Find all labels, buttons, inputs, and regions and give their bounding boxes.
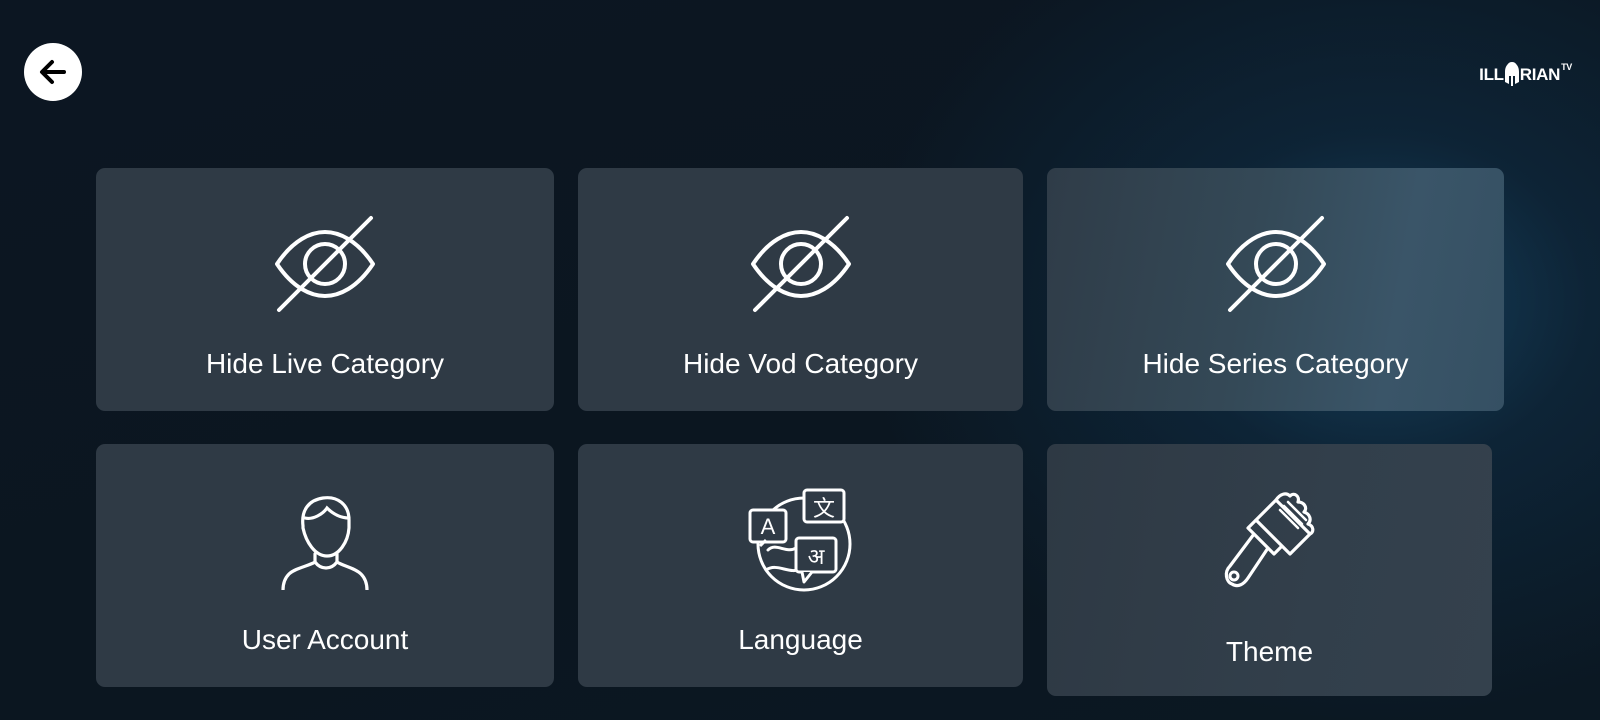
language-icon: A 文 अ [748, 488, 851, 592]
eye-slash-icon [750, 216, 851, 312]
language-tile[interactable]: A 文 अ Language [578, 444, 1023, 687]
hide-vod-category-tile[interactable]: Hide Vod Category [578, 168, 1023, 411]
tile-label: Theme [1225, 636, 1314, 667]
tile-label: Hide Vod Category [682, 348, 919, 379]
hide-series-category-tile[interactable]: Hide Series Category [1047, 168, 1504, 411]
spartan-helmet-icon [1504, 62, 1519, 86]
tile-label: User Account [241, 624, 409, 655]
theme-tile[interactable]: Theme [1047, 444, 1492, 696]
svg-text:A: A [760, 514, 775, 539]
eye-slash-icon [275, 216, 375, 312]
svg-text:अ: अ [807, 545, 825, 570]
svg-text:文: 文 [812, 497, 834, 522]
hide-live-category-tile[interactable]: Hide Live Category [96, 168, 554, 411]
paint-brush-icon [1224, 492, 1314, 588]
user-icon [281, 496, 369, 590]
tile-label: Hide Live Category [205, 348, 445, 379]
tile-label: Language [738, 624, 863, 655]
eye-slash-icon [1225, 216, 1326, 312]
tile-label: Hide Series Category [1142, 348, 1409, 379]
app-logo: ILL RIAN TV [1479, 58, 1572, 92]
arrow-left-icon [40, 60, 66, 84]
back-button[interactable] [24, 43, 82, 101]
user-account-tile[interactable]: User Account [96, 444, 554, 687]
